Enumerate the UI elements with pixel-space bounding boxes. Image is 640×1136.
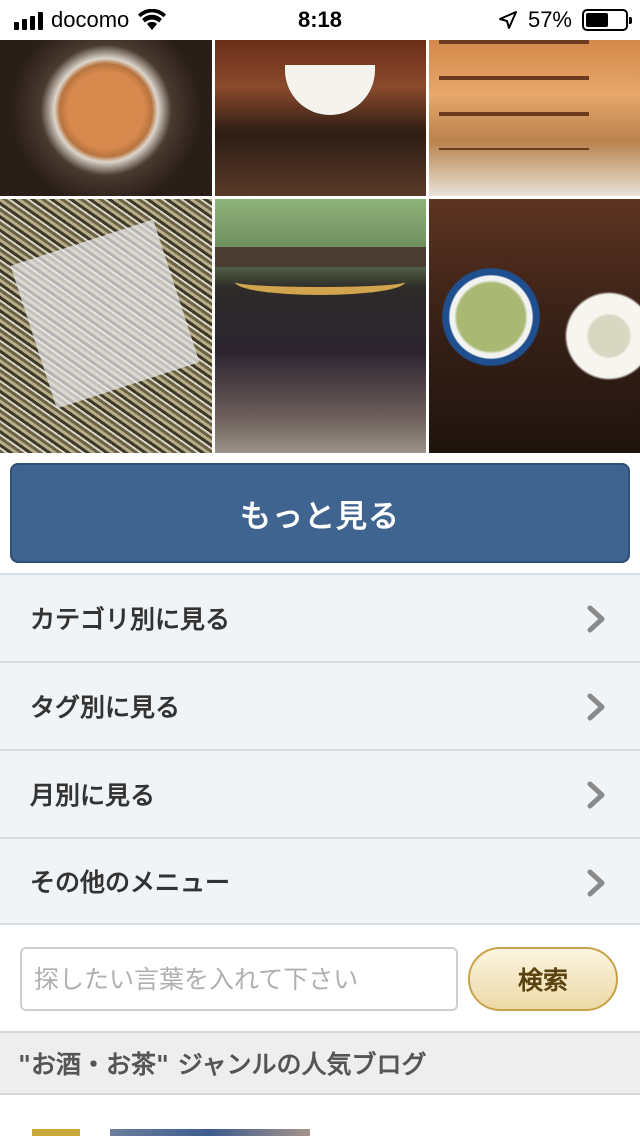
battery-icon [582,9,632,31]
popular-blogs-header: "お酒・お茶" ジャンルの人気ブログ [0,1031,640,1095]
menu-item-label: 月別に見る [30,781,156,810]
search-input[interactable] [20,947,458,1011]
shrine-gate-photo[interactable] [215,199,426,453]
menu-item-other[interactable]: その他のメニュー [0,837,640,925]
brewed-leaves-bowl-photo[interactable] [429,199,640,453]
status-bar: docomo 8:18 57% [0,0,640,40]
teapot-white-cup-photo[interactable] [215,40,426,196]
blog-thumbnail[interactable] [110,1129,310,1136]
chevron-right-icon [587,781,605,809]
location-arrow-icon [498,11,517,29]
photo-grid [0,40,640,453]
status-right: 57% [498,6,632,34]
menu-item-by-tag[interactable]: タグ別に見る [0,661,640,749]
chevron-right-icon [587,869,605,897]
chevron-right-icon [587,605,605,633]
tea-cup-closeup-photo[interactable] [0,40,212,196]
battery-fill [586,13,608,27]
chevron-right-icon [587,693,605,721]
rank-badge [32,1129,80,1136]
menu-item-label: タグ別に見る [30,693,181,722]
tea-leaves-wrapper-photo[interactable] [0,199,212,453]
tea-shop-interior-photo[interactable] [429,40,640,196]
battery-percent: 57% [527,7,572,32]
menu-item-by-month[interactable]: 月別に見る [0,749,640,837]
search-area: 検索 [0,927,640,1031]
search-button[interactable]: 検索 [468,947,618,1011]
menu-item-label: カテゴリ別に見る [30,605,231,634]
menu-item-label: その他のメニュー [30,868,231,897]
browse-menu: カテゴリ別に見る タグ別に見る 月別に見る その他のメニュー [0,573,640,925]
more-button[interactable]: もっと見る [10,463,630,563]
menu-item-by-category[interactable]: カテゴリ別に見る [0,573,640,661]
